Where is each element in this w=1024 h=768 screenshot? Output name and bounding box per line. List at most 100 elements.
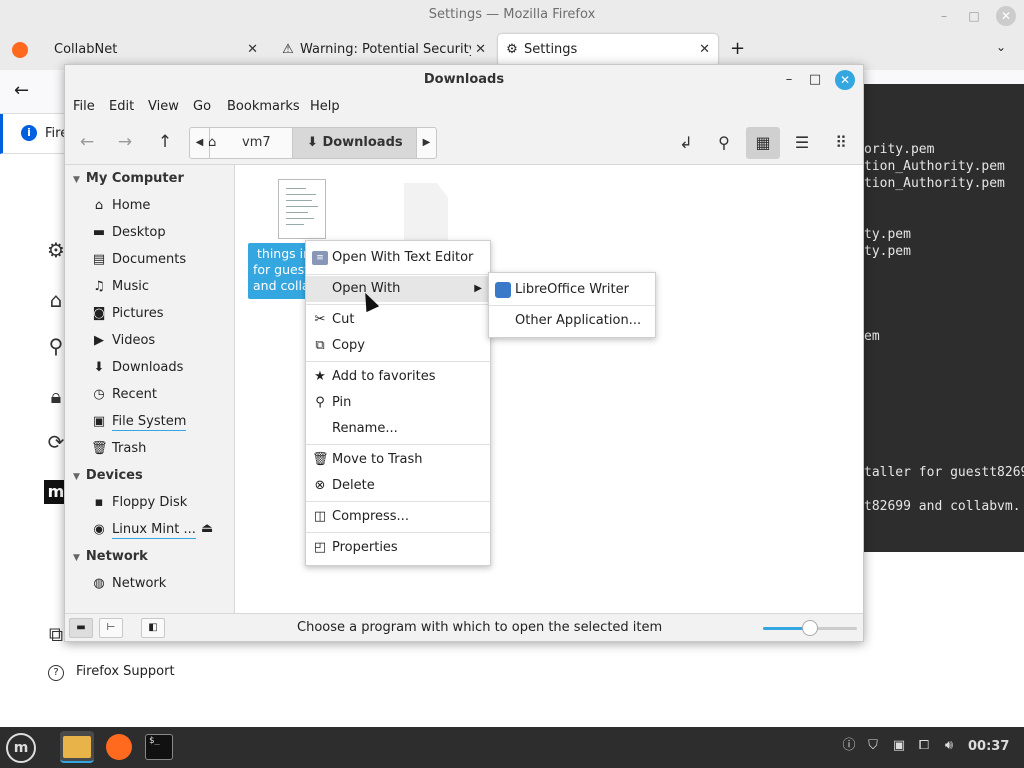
sidebar-item-music[interactable]: ♫ Music	[91, 279, 149, 294]
places-toggle-icon[interactable]: ▬	[69, 618, 93, 638]
taskbar-terminal-button[interactable]: $_	[142, 731, 176, 763]
close-tab-icon[interactable]: ✕	[471, 34, 486, 66]
sidebar-item-downloads[interactable]: ⬇ Downloads	[91, 360, 184, 375]
icon-view-icon[interactable]: ▦	[746, 127, 780, 159]
sidebar-item-documents[interactable]: ▤ Documents	[91, 252, 186, 267]
mint-menu-icon[interactable]: m	[6, 733, 36, 763]
breadcrumb-current-label: Downloads	[322, 135, 403, 150]
menu-item-pin[interactable]: ⚲ Pin	[306, 390, 490, 416]
close-icon[interactable]: ✕	[996, 6, 1016, 26]
tab-settings[interactable]: ⚙ Settings ✕	[498, 34, 718, 66]
zoom-slider-handle[interactable]	[802, 620, 818, 636]
search-icon[interactable]: ⚲	[707, 127, 741, 159]
sidebar-section-my-computer[interactable]: ▼ My Computer	[73, 171, 184, 186]
menu-item-open-with[interactable]: Open With ▶	[306, 276, 490, 302]
menu-item-rename[interactable]: Rename...	[306, 416, 490, 442]
menu-help[interactable]: Help	[310, 99, 340, 114]
hide-sidebar-icon[interactable]: ◧	[141, 618, 165, 638]
firefox-support-link[interactable]: ? Firefox Support	[48, 664, 175, 681]
menu-item-properties[interactable]: ◰ Properties	[306, 535, 490, 561]
sidebar-section-devices[interactable]: ▼ Devices	[73, 468, 143, 483]
home-icon: ⌂	[94, 198, 104, 213]
eject-icon[interactable]: ⏏	[201, 521, 213, 536]
sidebar-item-network[interactable]: ◍ Network	[91, 576, 166, 591]
maximize-icon[interactable]: □	[964, 6, 984, 26]
update-icon[interactable]: ⓘ	[840, 737, 858, 755]
volume-icon[interactable]: 🔊︎	[940, 737, 958, 755]
minimize-icon[interactable]: –	[779, 70, 799, 90]
tab-collabnet[interactable]: CollabNet ✕	[28, 34, 266, 66]
sidebar-section-network[interactable]: ▼ Network	[73, 549, 148, 564]
sidebar-item-label: Music	[112, 279, 149, 294]
shield-icon[interactable]: ⛉	[864, 737, 882, 755]
blank-file-icon[interactable]	[404, 183, 448, 241]
menu-item-compress[interactable]: ◫ Compress...	[306, 504, 490, 530]
menu-edit[interactable]: Edit	[109, 99, 134, 114]
up-arrow-icon[interactable]: ↑	[149, 127, 181, 157]
menu-item-cut[interactable]: ✂ Cut	[306, 307, 490, 333]
zoom-slider[interactable]	[763, 620, 857, 636]
menu-item-delete[interactable]: ⊗ Delete	[306, 473, 490, 499]
list-view-icon[interactable]: ☰	[785, 127, 819, 159]
menu-item-other-application[interactable]: Other Application...	[489, 307, 655, 335]
sidebar-item-linux-mint[interactable]: ◉ Linux Mint ...	[91, 522, 196, 539]
clipboard-icon[interactable]: ▣	[890, 737, 908, 755]
properties-icon: ◰	[313, 540, 327, 555]
breadcrumb-left-icon[interactable]: ◀	[190, 128, 210, 158]
sidebar-item-home[interactable]: ⌂ Home	[91, 198, 151, 213]
minimize-icon[interactable]: –	[934, 6, 954, 26]
archive-icon: ◫	[313, 509, 327, 524]
network-icon[interactable]: ⧠	[915, 737, 933, 755]
tree-toggle-icon[interactable]: ⊢	[99, 618, 123, 638]
terminal-window[interactable]: ority.pem tion_Authority.pem tion_Author…	[864, 84, 1024, 552]
tab-warning[interactable]: ⚠ Warning: Potential Security ✕	[274, 34, 494, 66]
toolbar: ← → ↑ ◀ ⌂ vm7 ⬇ Downloads ▶ ↲ ⚲ ▦ ☰ ⠿	[65, 119, 863, 165]
taskbar-firefox-button[interactable]	[101, 731, 135, 763]
taskbar-files-button[interactable]	[60, 731, 94, 763]
chevron-down-icon[interactable]: ⌄	[996, 40, 1006, 54]
clock[interactable]: 00:37	[968, 739, 1009, 754]
text-file-icon[interactable]	[278, 179, 326, 239]
back-arrow-icon[interactable]: ←	[14, 80, 29, 101]
close-tab-icon[interactable]: ✕	[699, 34, 710, 66]
sidebar-item-recent[interactable]: ◷ Recent	[91, 387, 157, 402]
menu-item-libreoffice-writer[interactable]: LibreOffice Writer	[489, 276, 655, 304]
menu-bar: File Edit View Go Bookmarks Help	[65, 95, 863, 119]
menu-item-move-to-trash[interactable]: 🗑︎ Move to Trash	[306, 447, 490, 473]
breadcrumb-right-icon[interactable]: ▶	[416, 128, 436, 158]
menu-item-open-with-text-editor[interactable]: ≡ Open With Text Editor	[306, 245, 490, 271]
menu-bookmarks[interactable]: Bookmarks	[227, 99, 300, 114]
breadcrumb-downloads[interactable]: ⬇ Downloads	[292, 128, 416, 158]
sidebar-item-videos[interactable]: ▶ Videos	[91, 333, 155, 348]
maximize-icon[interactable]: □	[805, 70, 825, 90]
new-tab-icon[interactable]: +	[730, 38, 745, 59]
terminal-line: taller for guestt8269	[864, 465, 1024, 480]
file-manager-titlebar[interactable]: Downloads – □ ✕	[65, 65, 863, 95]
menu-item-add-to-favorites[interactable]: ★ Add to favorites	[306, 364, 490, 390]
firefox-logo-icon[interactable]	[12, 42, 28, 58]
sidebar-item-pictures[interactable]: ◙ Pictures	[91, 306, 164, 321]
menu-item-copy[interactable]: ⧉ Copy	[306, 333, 490, 359]
sidebar-item-file-system[interactable]: ▣ File System	[91, 414, 187, 431]
sidebar-item-floppy[interactable]: ▪ Floppy Disk	[91, 495, 188, 510]
sidebar-item-label: Downloads	[112, 360, 184, 375]
back-arrow-icon[interactable]: ←	[71, 127, 103, 157]
breadcrumb-home[interactable]: ⌂ vm7	[208, 128, 292, 158]
firefox-notification-bar: i Fire	[0, 114, 70, 154]
status-bar: ▬ ⊢ ◧ Choose a program with which to ope…	[65, 613, 863, 641]
terminal-line: ority.pem	[864, 142, 935, 157]
toggle-location-icon[interactable]: ↲	[669, 127, 703, 159]
menu-go[interactable]: Go	[193, 99, 211, 114]
sidebar-item-desktop[interactable]: ▬ Desktop	[91, 225, 166, 240]
sidebar-item-label: Desktop	[112, 225, 166, 240]
sidebar-item-trash[interactable]: 🗑︎ Trash	[91, 441, 146, 456]
terminal-icon: $_	[145, 734, 173, 760]
close-icon[interactable]: ✕	[835, 70, 855, 90]
forward-arrow-icon[interactable]: →	[109, 127, 141, 157]
menu-view[interactable]: View	[148, 99, 179, 114]
menu-file[interactable]: File	[73, 99, 95, 114]
copy-icon: ⧉	[315, 338, 325, 353]
close-tab-icon[interactable]: ✕	[247, 34, 258, 66]
compact-view-icon[interactable]: ⠿	[824, 127, 858, 159]
gear-icon: ⚙	[506, 42, 518, 57]
